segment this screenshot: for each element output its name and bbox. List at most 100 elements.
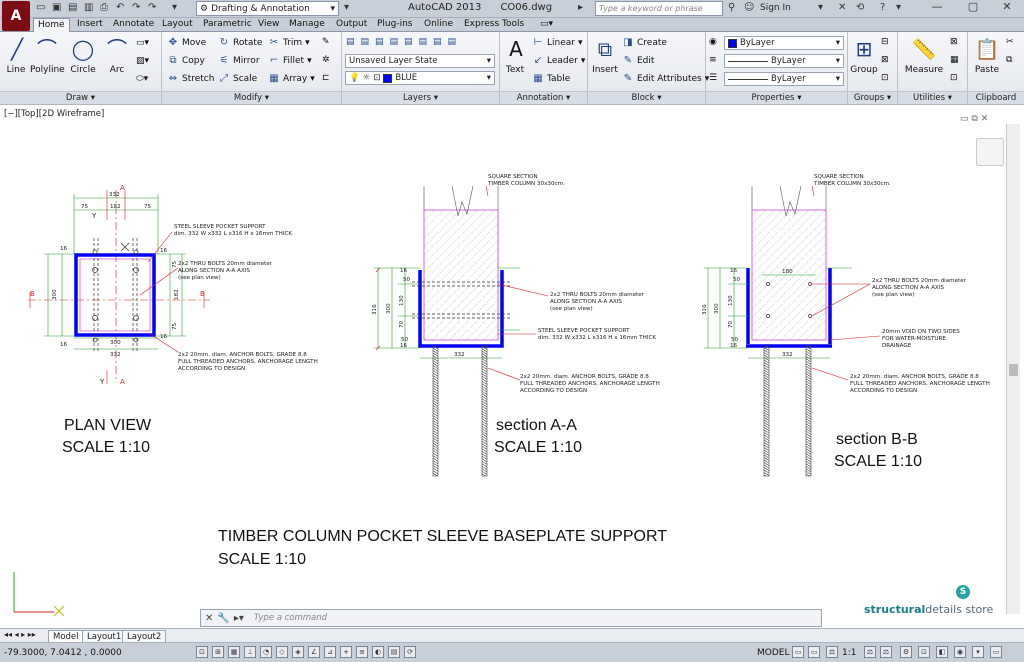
offset-icon[interactable]: ⊏ (322, 73, 330, 83)
snap-icon[interactable]: ⊞ (212, 646, 224, 658)
paste-tool[interactable]: 📋 Paste (972, 35, 1002, 75)
redo-icon-2[interactable]: ↷ (148, 2, 156, 13)
application-menu-button[interactable]: A (2, 1, 30, 31)
circle-tool[interactable]: ◯ Circle (68, 35, 98, 75)
array-tool[interactable]: ▦ Array ▾ (268, 73, 315, 85)
layer-state-select[interactable]: Unsaved Layer State ▾ (345, 54, 495, 68)
modify-panel-title[interactable]: Modify ▾ (162, 91, 341, 104)
annotation-visibility-icon[interactable]: ⚖ (864, 646, 876, 658)
scroll-thumb[interactable] (1009, 364, 1018, 376)
close-button[interactable]: ✕ (990, 0, 1024, 14)
model-space-toggle[interactable]: MODEL (757, 648, 789, 658)
color-select[interactable]: ByLayer ▾ (724, 36, 844, 50)
explode-icon[interactable]: ✲ (322, 55, 330, 65)
draw-panel-title[interactable]: Draw ▾ (0, 91, 161, 104)
coordinates-readout[interactable]: -79.3000, 7.0412 , 0.0000 (4, 648, 122, 658)
group-edit-icon[interactable]: ⊠ (881, 55, 889, 65)
quick-view-drawings-icon[interactable]: ▭ (808, 646, 820, 658)
layer-select[interactable]: 💡 ☼ ⊡ BLUE ▾ (345, 71, 495, 85)
edit-block-tool[interactable]: ✎ Edit (622, 55, 655, 67)
tab-manage[interactable]: Manage (285, 18, 329, 32)
quick-select-icon[interactable]: ⊠ (950, 37, 958, 47)
utilities-panel-title[interactable]: Utilities ▾ (898, 91, 967, 104)
annotation-scale[interactable]: 1:1 (842, 648, 856, 658)
clean-screen-icon[interactable]: ▭ (990, 646, 1002, 658)
undo-icon[interactable]: ↶ (116, 2, 124, 13)
transparency-icon[interactable]: ◐ (372, 646, 384, 658)
ortho-icon[interactable]: ⊥ (244, 646, 256, 658)
clipboard-panel-title[interactable]: Clipboard (968, 91, 1024, 104)
calculator-icon[interactable]: ▦ (950, 55, 959, 65)
chevron-down-icon[interactable]: ▾ (818, 2, 823, 13)
stretch-tool[interactable]: ⇔ Stretch (167, 73, 215, 85)
user-icon[interactable]: ☺ (744, 2, 754, 13)
properties-panel-title[interactable]: Properties ▾ (706, 91, 847, 104)
ducs-icon[interactable]: ⊿ (324, 646, 336, 658)
fillet-tool[interactable]: ⌐ Fillet ▾ (268, 55, 312, 67)
help-sync-icon[interactable]: ⟲ (856, 2, 864, 13)
arc-tool[interactable]: ⌒ Arc (103, 35, 131, 75)
save-as-icon[interactable]: ▥ (84, 2, 93, 13)
search-icon[interactable]: ⚲ (728, 2, 735, 13)
quick-properties-icon[interactable]: ▤ (388, 646, 400, 658)
tab-nav-arrows-icon[interactable]: ◂◂ ◂ ▸ ▸▸ (4, 630, 36, 639)
ungroup-icon[interactable]: ⊟ (881, 37, 889, 47)
annotation-scale-icon[interactable]: ⚖ (826, 646, 838, 658)
trim-tool[interactable]: ✂ Trim ▾ (268, 37, 310, 49)
quick-access-menu-icon[interactable]: ▾ (344, 2, 349, 13)
ribbon-minimize-icon[interactable]: ▭▾ (536, 18, 557, 32)
tab-output[interactable]: Output (332, 18, 371, 32)
otrack-icon[interactable]: ∠ (308, 646, 320, 658)
save-icon[interactable]: ▤ (68, 2, 77, 13)
close-icon[interactable]: ✕ (205, 613, 213, 624)
open-icon[interactable]: ▣ (52, 2, 61, 13)
copy-clip-icon[interactable]: ⧉ (1006, 55, 1012, 65)
copy-tool[interactable]: ⧉ Copy (167, 55, 204, 67)
tab-home[interactable]: Home (33, 18, 70, 33)
osnap-icon[interactable]: ◇ (276, 646, 288, 658)
isolate-objects-icon[interactable]: ◉ (954, 646, 966, 658)
dyn-icon[interactable]: + (340, 646, 352, 658)
linear-tool[interactable]: ⊢ Linear ▾ (532, 37, 583, 49)
tab-express-tools[interactable]: Express Tools (460, 18, 528, 32)
command-input[interactable]: Type a command (254, 613, 327, 623)
id-point-icon[interactable]: ⊡ (950, 73, 958, 83)
plot-icon[interactable]: ⎙ (100, 2, 108, 13)
chevron-down-icon[interactable]: ▾ (896, 2, 901, 13)
group-select-icon[interactable]: ⊡ (881, 73, 889, 83)
line-tool[interactable]: ╱ Line (3, 35, 29, 75)
move-tool[interactable]: ✥ Move (167, 37, 206, 49)
maximize-button[interactable]: ▢ (956, 0, 990, 14)
lineweight-select[interactable]: ByLayer ▾ (724, 54, 844, 68)
linetype-select[interactable]: ByLayer ▾ (724, 72, 844, 86)
polyline-tool[interactable]: ⌒ Polyline (30, 35, 65, 75)
minimize-button[interactable]: — (920, 0, 954, 14)
match-properties-icon[interactable]: ◉ (709, 37, 717, 47)
rotate-tool[interactable]: ↻ Rotate (218, 37, 263, 49)
wrench-icon[interactable]: 🔧 (217, 613, 229, 624)
search-input[interactable]: Type a keyword or phrase (595, 1, 723, 16)
workspace-select[interactable]: ⚙ Drafting & Annotation ▾ (196, 1, 339, 16)
tab-insert[interactable]: Insert (73, 18, 107, 32)
edit-attributes-tool[interactable]: ✎ Edit Attributes ▾ (622, 73, 709, 85)
block-panel-title[interactable]: Block ▾ (588, 91, 705, 104)
selection-cycling-icon[interactable]: ⟳ (404, 646, 416, 658)
exchange-icon[interactable]: ✕ (838, 2, 846, 13)
leader-tool[interactable]: ↙ Leader ▾ (532, 55, 586, 67)
text-tool[interactable]: A Text (502, 35, 528, 75)
infer-constraints-icon[interactable]: ⊡ (196, 646, 208, 658)
cut-icon[interactable]: ✂ (1006, 37, 1014, 47)
create-block-tool[interactable]: ◨ Create (622, 37, 667, 49)
redo-icon[interactable]: ↷ (132, 2, 140, 13)
mirror-tool[interactable]: ⚟ Mirror (218, 55, 260, 67)
workspace-switch-icon[interactable]: ⚙ (900, 646, 912, 658)
erase-icon[interactable]: ✎ (322, 37, 330, 47)
tab-annotate[interactable]: Annotate (109, 18, 158, 32)
ellipse-icon[interactable]: ⬭▾ (136, 74, 148, 84)
scale-tool[interactable]: ⤢ Scale (218, 73, 257, 85)
customize-icon[interactable]: ▾ (172, 2, 177, 13)
lock-icon[interactable]: ⊡ (918, 646, 930, 658)
layers-panel-title[interactable]: Layers ▾ (342, 91, 499, 104)
grid-icon[interactable]: ▦ (228, 646, 240, 658)
groups-panel-title[interactable]: Groups ▾ (848, 91, 897, 104)
